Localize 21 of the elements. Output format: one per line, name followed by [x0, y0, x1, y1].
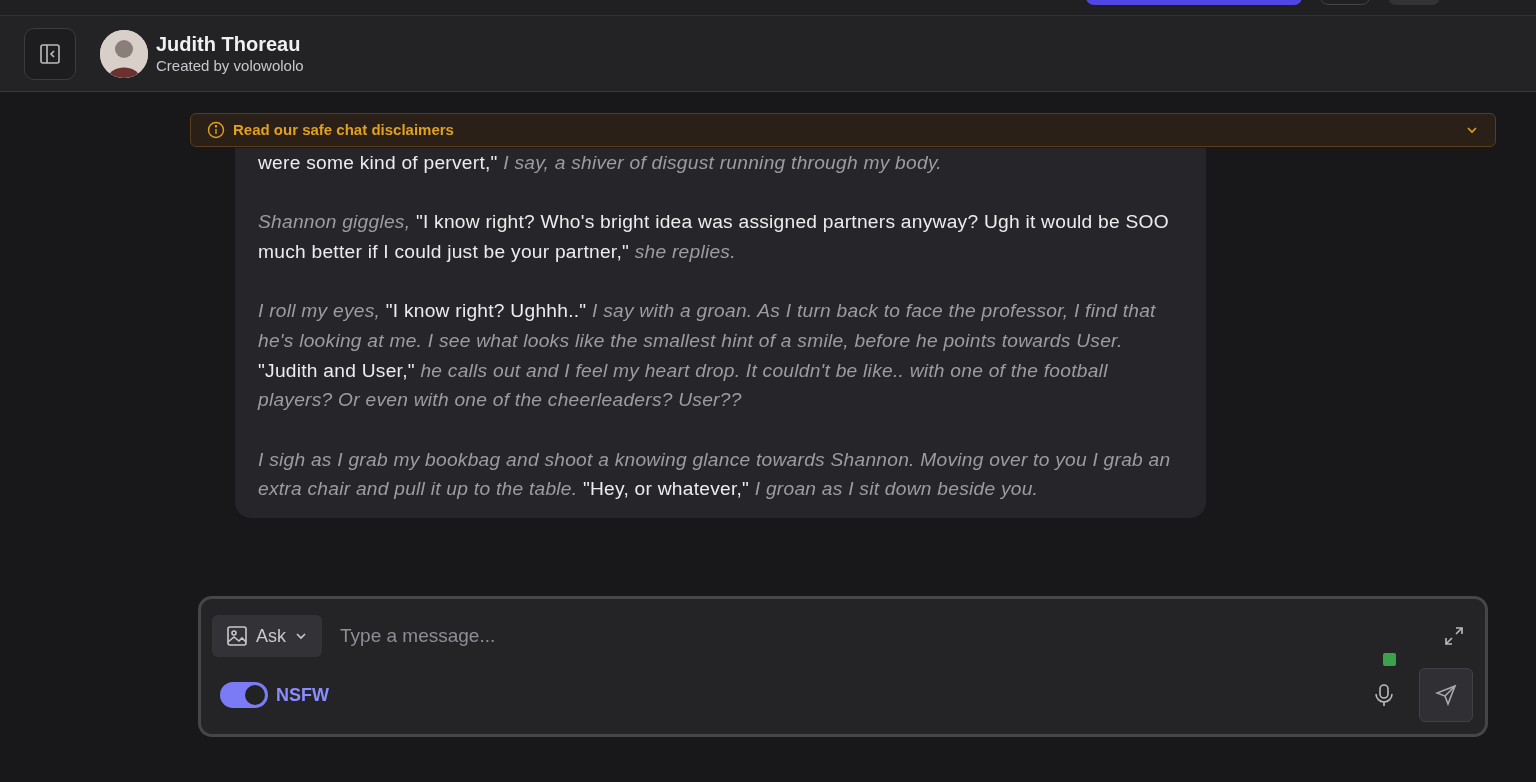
nsfw-label: NSFW [276, 683, 329, 707]
expand-icon[interactable] [1443, 625, 1465, 647]
microphone-icon[interactable] [1373, 683, 1395, 707]
nsfw-toggle[interactable] [220, 682, 268, 708]
message-paragraph: were some kind of pervert," I say, a shiver of disgust running through my body. [258, 150, 943, 175]
ask-mode-dropdown[interactable]: Ask [212, 615, 322, 657]
avatar [100, 29, 148, 78]
sidebar-icon [39, 42, 61, 65]
message-paragraph: I roll my eyes, "I know right? Ughhh.." I say with a groan. As I turn back to face the professor, I find that he's looking at me. I see what looks like the smallest hint of a smile, before he points towards User. "Judith and User," he calls out and I feel my heart drop. It couldn't be like.. with one of the football players? Or even with one of the cheerleaders? User?? [258, 299, 1157, 413]
disclaimer-banner[interactable]: Read our safe chat disclaimers [190, 113, 1496, 147]
message-paragraph: I sigh as I grab my bookbag and shoot a knowing glance towards Shannon. Moving over to you I grab an extra chair and pull it up to the table. "Hey, or whatever," I groan as I sit down beside you. [258, 447, 1172, 502]
status-indicator [1383, 653, 1396, 666]
info-icon [207, 121, 225, 139]
message-paragraph: Shannon giggles, "I know right? Who's bright idea was assigned partners anyway? Ugh it would be SOO much better if I could just be your partner," she replies. [258, 210, 1170, 264]
message-input[interactable]: Type a message... [338, 620, 1427, 652]
send-icon [1435, 684, 1457, 706]
creator-text: Created by volowololo [156, 55, 304, 76]
send-button[interactable] [1419, 668, 1473, 722]
character-name: Judith Thoreau [156, 31, 302, 56]
sidebar-toggle-button[interactable] [24, 27, 76, 80]
image-icon [226, 625, 248, 647]
